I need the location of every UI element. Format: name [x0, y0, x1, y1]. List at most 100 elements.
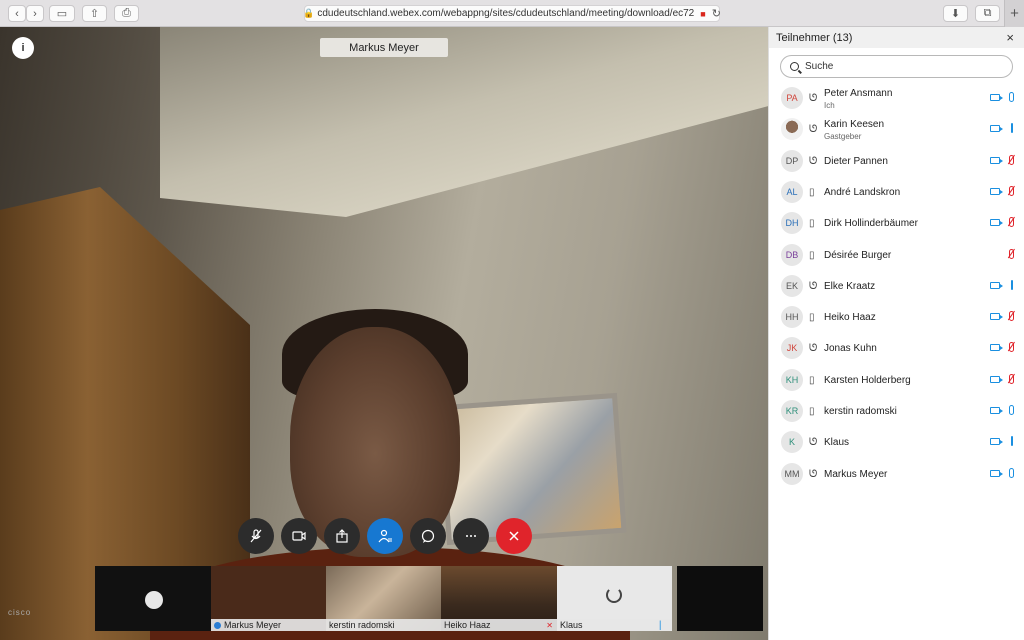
address-bar[interactable]: 🔒 cdudeutschland.webex.com/webappng/site… — [303, 5, 721, 22]
video-icon — [990, 313, 1003, 321]
video-icon — [990, 344, 1003, 352]
more-button[interactable] — [453, 518, 489, 554]
participant-name: Jonas Kuhn — [824, 343, 877, 355]
camera-icon — [292, 531, 306, 541]
participant-row[interactable]: DH ▯ Dirk Hollinderbäumer — [769, 208, 1024, 239]
participant-row[interactable]: AL ▯ André Landskron — [769, 177, 1024, 208]
participant-row[interactable]: KR ▯ kerstin radomski — [769, 396, 1024, 427]
video-background — [160, 27, 768, 217]
avatar: DP — [781, 149, 803, 172]
mic-muted-icon: ✕ — [546, 620, 553, 630]
loading-spinner-icon — [606, 587, 622, 603]
chat-icon — [421, 529, 435, 543]
participant-row[interactable]: HH ▯ Heiko Haaz — [769, 302, 1024, 333]
headset-icon: ᘎ — [809, 124, 818, 136]
participant-name: Elke Kraatz — [824, 280, 876, 292]
headset-icon: ᘎ — [809, 468, 818, 480]
participant-name: Karin Keesen — [824, 119, 885, 131]
avatar: DH — [781, 212, 803, 235]
new-tab-button[interactable]: + — [1004, 0, 1024, 27]
participant-name: Dirk Hollinderbäumer — [824, 218, 918, 230]
headset-icon: ᘎ — [809, 93, 818, 104]
phone-icon: ▯ — [809, 186, 815, 198]
participant-row[interactable]: DP ᘎ Dieter Pannen — [769, 146, 1024, 177]
share-screen-button[interactable] — [324, 518, 360, 554]
participant-name: Markus Meyer — [824, 468, 888, 480]
participant-name: Heiko Haaz — [824, 312, 876, 324]
leave-button[interactable] — [496, 518, 532, 554]
participant-role: Gastgeber — [824, 132, 862, 142]
video-button[interactable] — [281, 518, 317, 554]
search-placeholder: Suche — [805, 61, 834, 72]
reload-icon[interactable]: ↻ — [712, 7, 721, 20]
headset-icon: ᘎ — [809, 155, 818, 167]
lock-icon: 🔒 — [303, 8, 315, 18]
avatar: PA — [781, 87, 803, 109]
participant-row[interactable]: EK ᘎ Elke Kraatz — [769, 271, 1024, 302]
thumbnail-name: kerstin radomski — [329, 620, 395, 630]
avatar: HH — [781, 306, 803, 329]
thumbnail-label: Markus Meyer — [211, 619, 326, 631]
participant-row[interactable]: ᘎ Karin Keesen Gastgeber — [769, 114, 1024, 145]
mic-icon — [1011, 279, 1013, 290]
thumbnail-5[interactable] — [677, 566, 763, 631]
video-icon — [990, 281, 1003, 289]
sidebar-toggle-button[interactable]: ▭ — [49, 5, 75, 22]
cisco-logo: cisco — [8, 608, 32, 617]
participant-name: Désirée Burger — [824, 249, 892, 261]
thumbnail-4[interactable]: Klaus ▏ — [557, 566, 672, 631]
participant-row[interactable]: K ᘎ Klaus — [769, 427, 1024, 458]
mic-icon — [1011, 436, 1013, 447]
avatar: AL — [781, 180, 803, 203]
thumbnail-2[interactable]: kerstin radomski — [326, 566, 441, 631]
participant-name: Dieter Pannen — [824, 155, 888, 167]
tabs-overview-button[interactable]: ⧉ — [975, 5, 1000, 22]
share-icon — [336, 529, 348, 543]
print-button[interactable]: ⎙ — [114, 5, 139, 22]
video-icon — [990, 438, 1003, 446]
downloads-button[interactable]: ⬇ — [943, 5, 968, 22]
panel-close-button[interactable]: × — [1006, 30, 1014, 45]
chat-button[interactable] — [410, 518, 446, 554]
participant-row[interactable]: MM ᘎ Markus Meyer — [769, 459, 1024, 490]
thumbnail-name: Markus Meyer — [224, 620, 282, 630]
thumbnail-1[interactable]: Markus Meyer — [211, 566, 326, 631]
participant-name: Peter Ansmann — [824, 88, 893, 99]
participant-row[interactable]: KH ▯ Karsten Holderberg — [769, 365, 1024, 396]
mic-muted-icon — [1009, 185, 1014, 196]
participant-search-input[interactable]: Suche — [780, 55, 1013, 78]
thumbnail-name: Klaus — [560, 620, 583, 630]
thumbnail-name: Heiko Haaz — [444, 620, 491, 630]
avatar: K — [781, 431, 803, 454]
mic-muted-icon — [1009, 217, 1014, 228]
forward-button[interactable]: › — [26, 5, 44, 22]
mic-muted-icon — [1009, 373, 1014, 384]
mute-button[interactable] — [238, 518, 274, 554]
avatar: DB — [781, 243, 803, 266]
browser-toolbar: ‹ › ▭ ⇧ ⎙ 🔒 cdudeutschland.webex.com/web… — [0, 0, 1024, 27]
mic-muted-icon — [250, 529, 262, 543]
participants-panel: Teilnehmer (13) × Suche PA ᘎ Peter Ansmann… — [768, 27, 1024, 640]
close-icon — [509, 531, 519, 541]
avatar: EK — [781, 274, 803, 297]
participant-row[interactable]: JK ᘎ Jonas Kuhn — [769, 333, 1024, 364]
back-button[interactable]: ‹ — [8, 5, 26, 22]
thumbnail-3[interactable]: Heiko Haaz ✕ — [441, 566, 557, 631]
thumbnail-0[interactable] — [95, 566, 211, 631]
thumbnail-label: Heiko Haaz ✕ — [441, 619, 557, 631]
video-icon — [990, 375, 1003, 383]
meeting-controls — [238, 518, 532, 554]
share-button[interactable]: ⇧ — [82, 5, 107, 22]
participants-button[interactable] — [367, 518, 403, 554]
video-icon — [990, 125, 1003, 133]
participant-row[interactable]: DB ▯ Désirée Burger — [769, 240, 1024, 271]
info-icon[interactable]: i — [12, 37, 34, 59]
video-icon — [990, 469, 1003, 477]
mic-muted-icon — [1009, 248, 1014, 259]
participant-row[interactable]: PA ᘎ Peter Ansmann Ich — [769, 83, 1024, 114]
participant-name: Klaus — [824, 437, 850, 449]
video-icon — [990, 187, 1003, 195]
avatar: KH — [781, 368, 803, 391]
more-icon — [466, 535, 476, 537]
panel-title: Teilnehmer (13) — [776, 31, 853, 44]
